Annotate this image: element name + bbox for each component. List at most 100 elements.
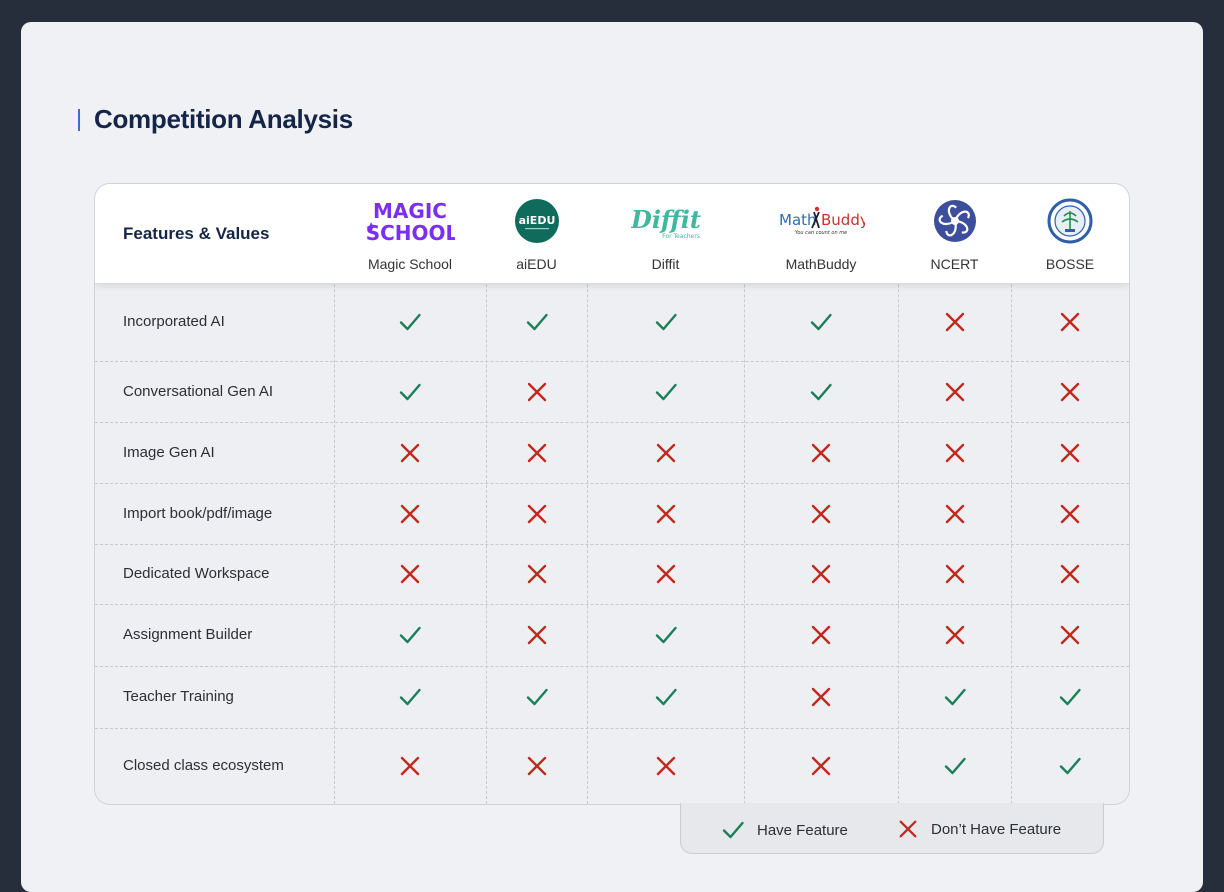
check-icon <box>944 688 966 706</box>
legend-dont-have-feature: Don’t Have Feature <box>897 818 1061 840</box>
legend-have-label: Have Feature <box>757 821 848 839</box>
cross-icon <box>527 504 546 523</box>
feature-check-cell <box>654 685 678 709</box>
svg-text:Buddy: Buddy <box>821 211 865 229</box>
brand-name: aiEDU <box>516 256 557 272</box>
features-header-label: Features & Values <box>123 224 270 243</box>
feature-cross-cell <box>943 562 967 586</box>
svg-text:For Teachers: For Teachers <box>662 233 700 240</box>
feature-check-cell <box>398 310 422 334</box>
feature-cross-cell <box>398 562 422 586</box>
feature-label: Image Gen AI <box>123 443 215 461</box>
check-icon <box>810 313 832 331</box>
svg-text:Diffit: Diffit <box>631 205 701 234</box>
check-icon <box>526 688 548 706</box>
check-icon <box>399 313 421 331</box>
cross-icon <box>400 443 420 462</box>
feature-check-cell <box>654 380 678 404</box>
row-divider <box>95 728 1129 729</box>
cross-icon <box>527 625 546 645</box>
brand-name: BOSSE <box>1045 256 1095 272</box>
feature-cross-cell <box>398 441 422 465</box>
cross-icon <box>945 625 964 645</box>
feature-label: Dedicated Workspace <box>123 565 270 582</box>
feature-cross-cell <box>809 685 833 709</box>
cross-icon <box>1060 504 1080 523</box>
feature-cross-cell <box>525 441 549 465</box>
bosse-logo <box>1047 198 1093 244</box>
feature-cross-cell <box>654 562 678 586</box>
cross-icon <box>1060 625 1080 645</box>
check-icon <box>655 383 677 400</box>
brand-name: NCERT <box>930 256 979 272</box>
feature-cross-cell <box>943 502 967 526</box>
brand-column-header: Diffit For Teachers Diffit <box>587 198 744 278</box>
brand-logo <box>1047 198 1093 244</box>
title-accent-bar <box>78 108 80 131</box>
mathbuddy-logo: Math BuddyYou can count on me <box>779 206 865 236</box>
cross-icon <box>400 564 420 584</box>
feature-cross-cell <box>809 562 833 586</box>
feature-cross-cell <box>1058 562 1082 586</box>
svg-text:SCHOOL: SCHOOL <box>366 221 455 244</box>
brand-column-header: BOSSE <box>1011 198 1129 278</box>
feature-cross-cell <box>943 441 967 465</box>
brand-name: MathBuddy <box>785 256 857 272</box>
cross-icon <box>811 756 831 776</box>
feature-cross-cell <box>943 380 967 404</box>
cross-icon <box>527 443 546 462</box>
feature-cross-cell <box>809 754 833 778</box>
brand-logo: Diffit For Teachers <box>631 198 701 244</box>
svg-text:Math: Math <box>779 211 817 229</box>
svg-text:You can count on me: You can count on me <box>795 230 847 236</box>
row-divider <box>95 544 1129 545</box>
feature-label: Teacher Training <box>123 688 234 705</box>
brand-column-header: aiEDU aiEDU <box>486 198 587 278</box>
feature-cross-cell <box>1058 502 1082 526</box>
feature-cross-cell <box>398 754 422 778</box>
check-icon <box>399 383 421 400</box>
row-divider <box>95 666 1129 667</box>
check-icon <box>399 626 421 644</box>
row-divider <box>95 422 1129 423</box>
feature-label: Closed class ecosystem <box>123 757 284 774</box>
feature-cross-cell <box>809 441 833 465</box>
feature-check-cell <box>809 310 833 334</box>
brand-name: Diffit <box>651 256 680 272</box>
brand-logo <box>932 198 978 244</box>
svg-text:aiEDU: aiEDU <box>518 214 555 227</box>
cross-icon <box>945 564 964 584</box>
feature-label: Assignment Builder <box>123 626 253 643</box>
legend-have-feature: Have Feature <box>721 818 848 842</box>
comparison-table: Features & Values MAGIC SCHOOL Magic Schoo… <box>94 183 1130 805</box>
cross-icon <box>527 382 546 401</box>
feature-check-cell <box>525 685 549 709</box>
feature-cross-cell <box>654 441 678 465</box>
feature-cross-cell <box>943 310 967 334</box>
diffit-logo: DiffitFor Teachers <box>631 205 701 240</box>
feature-check-cell <box>1058 685 1082 709</box>
svg-text:MAGIC: MAGIC <box>373 199 447 223</box>
magic-school-logo: MAGICSCHOOL <box>366 199 455 244</box>
check-icon <box>944 757 966 775</box>
feature-check-cell <box>525 310 549 334</box>
feature-check-cell <box>398 380 422 404</box>
cross-icon <box>1060 443 1080 462</box>
row-divider <box>95 604 1129 605</box>
feature-cross-cell <box>525 623 549 647</box>
check-icon <box>399 688 421 706</box>
check-icon <box>1059 757 1081 775</box>
feature-cross-cell <box>1058 623 1082 647</box>
cross-icon <box>811 504 831 523</box>
check-icon <box>655 626 677 644</box>
feature-cross-cell <box>1058 310 1082 334</box>
feature-cross-cell <box>525 562 549 586</box>
table-header: Features & Values MAGIC SCHOOL Magic Schoo… <box>95 184 1129 284</box>
feature-check-cell <box>943 754 967 778</box>
feature-cross-cell <box>809 502 833 526</box>
brand-column-header: Math Buddy You can count on me MathBuddy <box>744 198 898 278</box>
feature-label: Incorporated AI <box>123 313 225 330</box>
feature-check-cell <box>398 685 422 709</box>
page-title: Competition Analysis <box>94 104 353 134</box>
brand-logo: Math Buddy You can count on me <box>777 198 865 244</box>
